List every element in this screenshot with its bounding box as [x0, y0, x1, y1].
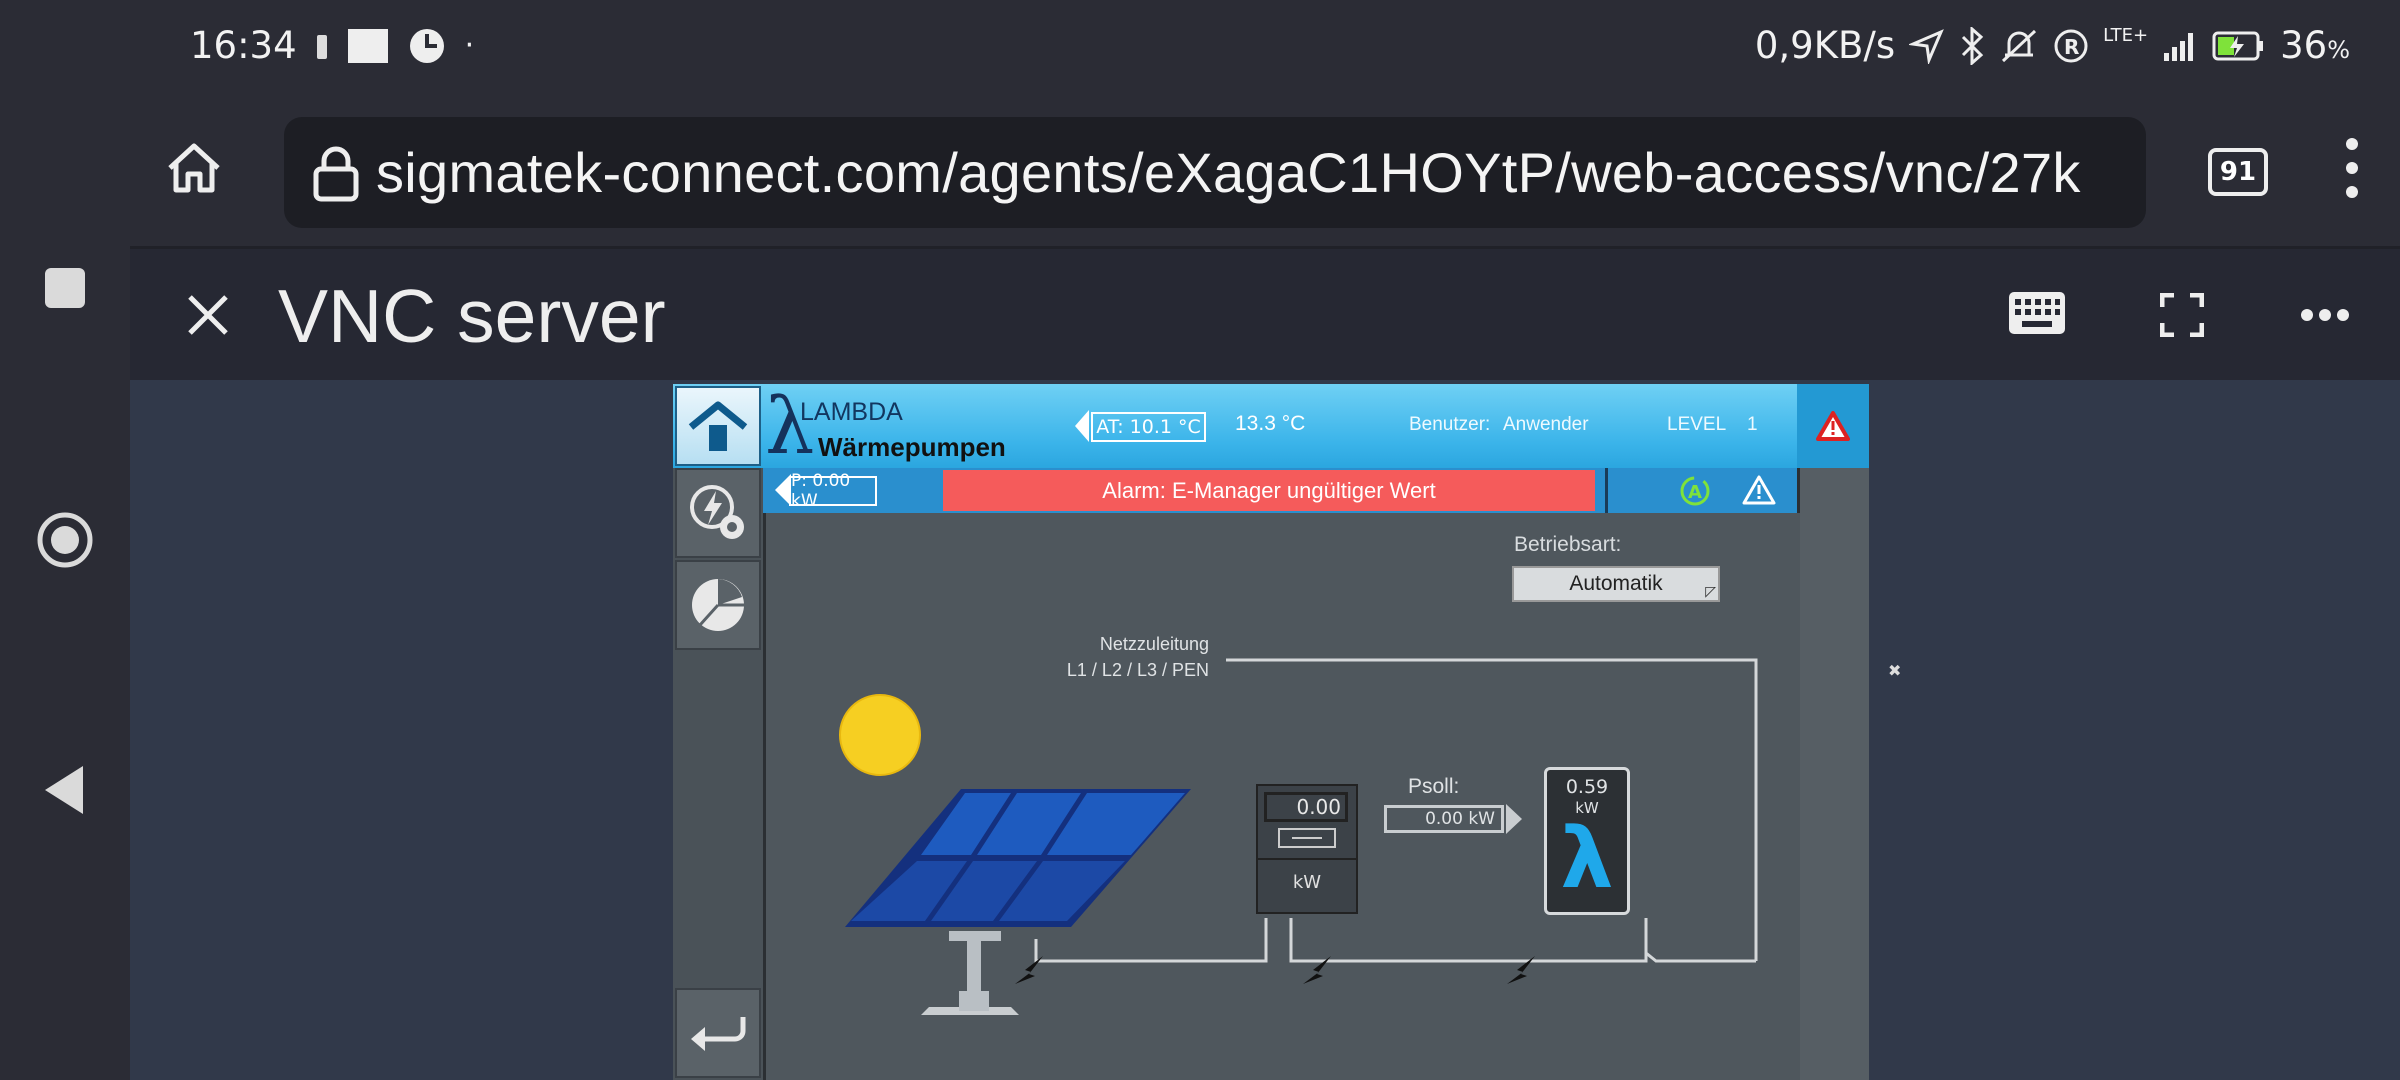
bolt-icon — [1303, 956, 1331, 984]
battery-small-icon — [316, 34, 327, 59]
energy-settings-button[interactable] — [675, 468, 761, 558]
psoll-label: Psoll: — [1408, 775, 1460, 798]
mute-icon — [2002, 29, 2037, 62]
automatic-mode-icon: A — [1680, 476, 1710, 506]
registered-icon: R — [2054, 29, 2088, 62]
network-type: LTE+ — [2103, 25, 2149, 46]
url-bar[interactable]: sigmatek-connect.com/agents/eXagaC1HOYtP… — [284, 117, 2146, 228]
vnc-title: VNC server — [278, 274, 666, 358]
clock: 16:34 — [190, 24, 297, 67]
system-nav-bar — [0, 0, 130, 1080]
psoll-arrow-icon — [1506, 804, 1522, 834]
power-field[interactable]: P: 0.00 kW — [789, 471, 877, 511]
user-value[interactable]: Anwender — [1503, 414, 1589, 436]
system-diagram: Betriebsart: Automatik ◸ Netzzuleitung L… — [763, 513, 1800, 1080]
svg-text:R: R — [2064, 35, 2079, 59]
bolt-icon — [1015, 956, 1043, 984]
bolt-gear-icon — [690, 485, 744, 539]
psoll-field[interactable]: 0.00 kW — [1384, 805, 1504, 833]
url-text: sigmatek-connect.com/agents/eXagaC1HOYtP… — [376, 141, 2081, 204]
battery-charging-icon — [2212, 31, 2264, 60]
level-value: 1 — [1747, 414, 1758, 435]
hmi-home-button[interactable] — [675, 386, 761, 466]
level-label: LEVEL — [1667, 414, 1727, 435]
energy-meter[interactable]: 0.00 kW — [1256, 784, 1358, 914]
statistics-button[interactable] — [675, 560, 761, 650]
heat-pump-unit[interactable]: 0.59 kW λ — [1544, 767, 1630, 915]
svg-text:A: A — [1688, 482, 1702, 503]
alarm-message[interactable]: Alarm: E-Manager ungültiger Wert — [943, 470, 1595, 511]
network-speed: 0,9KB/s — [1754, 24, 1896, 67]
meter-unit: kW — [1292, 872, 1322, 893]
bolt-icon — [1507, 956, 1535, 984]
meter-value: 0.00 — [1264, 792, 1348, 822]
hmi-sidebar — [673, 468, 763, 1080]
status-icons: A — [1605, 468, 1800, 513]
tab-count: 91 — [2219, 157, 2257, 187]
home-button[interactable] — [164, 138, 224, 202]
meter-display-icon — [1278, 828, 1336, 848]
warning-icon — [1742, 475, 1776, 505]
browser-menu-button[interactable] — [2342, 136, 2362, 204]
hmi-right-column — [1797, 468, 1869, 1080]
house-arrow-icon — [688, 401, 748, 451]
keyboard-button[interactable] — [2008, 291, 2066, 339]
battery-unit: % — [2327, 36, 2350, 64]
cursor-marker-icon: ✖ — [1888, 661, 1902, 680]
fullscreen-icon — [2159, 292, 2205, 338]
back-nav-button[interactable] — [20, 745, 110, 835]
signal-icon — [2164, 32, 2194, 61]
pie-chart-icon — [692, 579, 744, 631]
warning-red-icon — [1816, 411, 1850, 441]
more-options-button[interactable] — [2300, 307, 2350, 326]
close-icon — [188, 295, 228, 335]
heat-pump-power: 0.59 — [1565, 776, 1609, 798]
tab-switcher-button[interactable]: 91 — [2208, 148, 2268, 196]
back-button[interactable] — [675, 988, 761, 1078]
status-bar: 16:34 · 0,9KB/s R LTE+ 36% — [130, 0, 2400, 100]
vnc-header: VNC server — [130, 249, 2400, 380]
alarm-indicator-button[interactable] — [1797, 384, 1869, 468]
dot-icon: · — [464, 28, 475, 63]
outdoor-temp-field[interactable]: AT: 10.1 °C — [1091, 412, 1206, 442]
keyboard-icon — [2009, 292, 2065, 334]
temperature-readout: 13.3 °C — [1235, 412, 1306, 435]
hmi-status-bar: P: 0.00 kW Alarm: E-Manager ungültiger W… — [763, 468, 1800, 513]
square-icon — [45, 268, 85, 308]
fullscreen-button[interactable] — [2159, 292, 2205, 341]
battery-percent: 36 — [2280, 24, 2328, 67]
hmi-header: λ LAMBDA Wärmepumpen AT: 10.1 °C 13.3 °C… — [673, 384, 1869, 468]
kebab-menu-icon — [2346, 138, 2358, 198]
bluetooth-icon — [1962, 26, 1984, 65]
recents-button[interactable] — [20, 243, 110, 333]
house-icon — [168, 143, 220, 193]
brand-name: LAMBDA — [800, 398, 903, 426]
sun-icon — [839, 694, 921, 776]
gallery-icon — [347, 28, 388, 63]
brand-subtitle: Wärmepumpen — [818, 432, 1006, 462]
at-arrow-icon — [1075, 410, 1089, 442]
lock-icon — [313, 146, 359, 201]
triangle-back-icon — [45, 766, 83, 814]
horizontal-dots-icon — [2301, 309, 2349, 321]
return-arrow-icon — [691, 1017, 746, 1051]
user-label: Benutzer: — [1409, 414, 1491, 435]
clock-icon — [409, 28, 444, 63]
circle-home-icon — [37, 512, 93, 568]
location-icon — [1909, 28, 1944, 64]
hmi-screen[interactable]: λ LAMBDA Wärmepumpen AT: 10.1 °C 13.3 °C… — [673, 384, 1869, 1080]
home-nav-button[interactable] — [20, 495, 110, 585]
lambda-symbol-icon: λ — [1560, 809, 1614, 907]
browser-toolbar: sigmatek-connect.com/agents/eXagaC1HOYtP… — [130, 100, 2400, 249]
close-button[interactable] — [182, 289, 234, 345]
